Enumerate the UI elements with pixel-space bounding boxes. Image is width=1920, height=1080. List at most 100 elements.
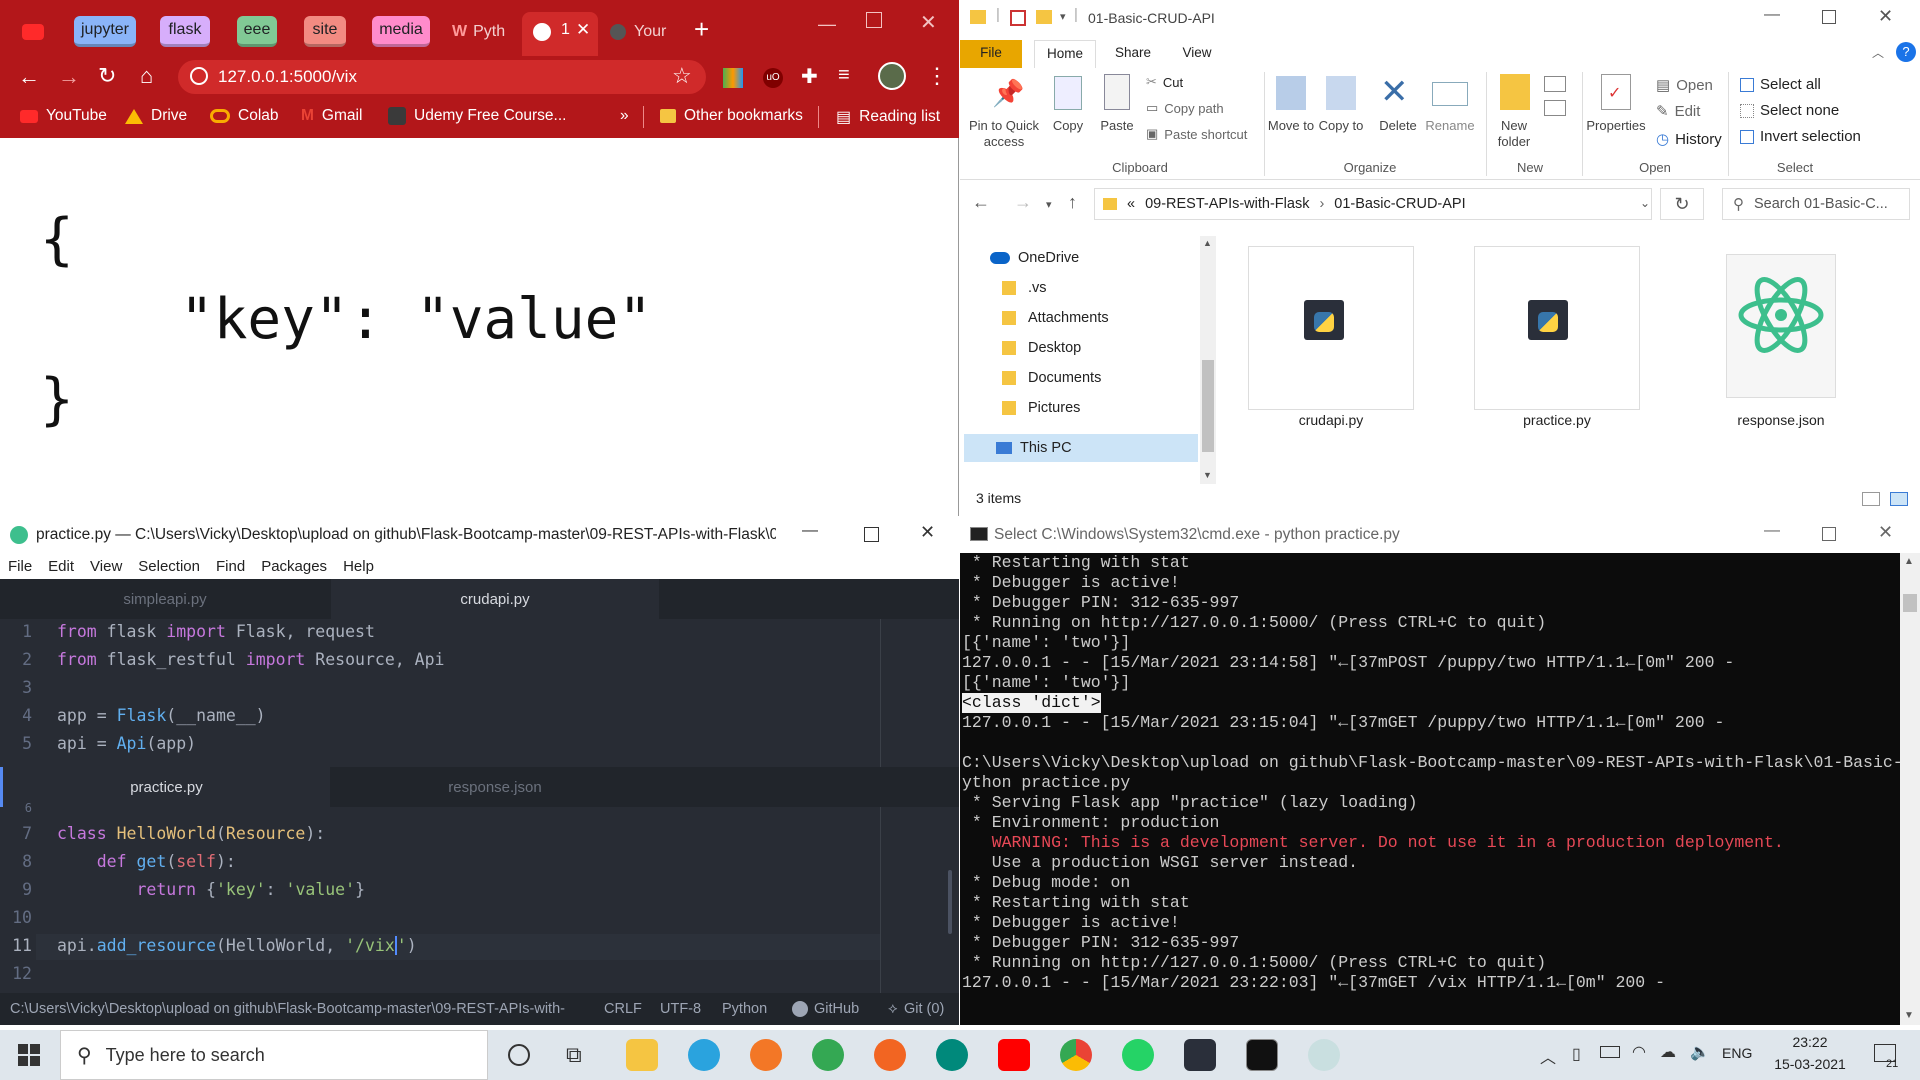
python-taskbar-icon[interactable] — [1184, 1039, 1216, 1071]
tab-pyth[interactable]: W Pyth — [452, 14, 518, 50]
open-button[interactable]: ▤ Open — [1656, 76, 1713, 95]
new-tab-icon[interactable]: + — [694, 14, 709, 45]
menu-packages[interactable]: Packages — [253, 558, 335, 575]
maximize-icon[interactable] — [866, 12, 882, 28]
status-grammar[interactable]: Python — [722, 1001, 767, 1017]
ribbon-tab-home[interactable]: Home — [1034, 40, 1096, 68]
reload-icon[interactable]: ↻ — [98, 63, 116, 89]
clock-time[interactable]: 23:22 — [1770, 1034, 1850, 1050]
sublime-taskbar-icon[interactable] — [874, 1039, 906, 1071]
maps-taskbar-icon[interactable] — [812, 1039, 844, 1071]
paste-button[interactable]: Paste — [1096, 118, 1138, 133]
properties-button[interactable]: Properties — [1584, 118, 1648, 133]
status-git[interactable]: Git (0) — [904, 1001, 944, 1017]
refresh-icon[interactable]: ↻ — [1660, 188, 1704, 220]
new-folder-button[interactable]: New folder — [1488, 118, 1540, 150]
reading-list[interactable]: ▤ Reading list — [836, 107, 940, 127]
file-explorer-taskbar-icon[interactable] — [626, 1039, 658, 1071]
minimize-icon[interactable]: — — [1764, 6, 1780, 24]
tab-group-eee[interactable]: eee — [237, 16, 277, 47]
avatar[interactable] — [878, 62, 906, 90]
device-icon[interactable]: ▯ — [1572, 1044, 1581, 1064]
jupyter-taskbar-icon[interactable] — [750, 1039, 782, 1071]
terminal-scrollbar-thumb[interactable] — [1903, 594, 1917, 612]
forward-icon[interactable]: → — [58, 64, 80, 90]
menu-file[interactable]: File — [0, 558, 40, 575]
large-icons-view-icon[interactable] — [1890, 492, 1908, 506]
move-to-button[interactable]: Move to — [1266, 118, 1316, 134]
paste-shortcut-button[interactable]: ▣ Paste shortcut — [1146, 126, 1247, 142]
delete-button[interactable]: Delete — [1374, 118, 1422, 133]
breadcrumb-item[interactable]: 09-REST-APIs-with-Flask — [1145, 196, 1309, 212]
bookmark-gmail[interactable]: M Gmail — [301, 107, 362, 125]
other-bookmarks[interactable]: Other bookmarks — [660, 107, 803, 125]
edit-button[interactable]: ✎ Edit — [1656, 102, 1700, 121]
forward-icon[interactable]: → — [1014, 192, 1032, 213]
history-button[interactable]: ◷ History — [1656, 130, 1722, 149]
menu-selection[interactable]: Selection — [130, 558, 208, 575]
whatsapp-taskbar-icon[interactable] — [1122, 1039, 1154, 1071]
close-window-icon[interactable]: ✕ — [1878, 522, 1893, 543]
chrome-taskbar-icon[interactable] — [1060, 1039, 1092, 1071]
maximize-icon[interactable] — [1822, 527, 1836, 541]
task-view-icon[interactable]: ⧉ — [566, 1042, 582, 1068]
address-dropdown-icon[interactable]: ⌄ — [1640, 196, 1650, 210]
minimize-icon[interactable]: — — [1764, 522, 1780, 540]
tab-response-json[interactable]: response.json — [331, 767, 659, 807]
menu-help[interactable]: Help — [335, 558, 382, 575]
pin-to-quick-access-button[interactable]: Pin to Quick access — [966, 118, 1042, 150]
scroll-up-icon[interactable]: ▲ — [1904, 556, 1914, 567]
bookmarks-more[interactable]: » — [620, 107, 629, 125]
battery-icon[interactable] — [1600, 1046, 1620, 1058]
maximize-icon[interactable] — [1822, 10, 1836, 24]
nav-item-documents[interactable]: Documents — [1002, 370, 1101, 386]
language-indicator[interactable]: ENG — [1722, 1045, 1752, 1061]
chevron-up-icon[interactable]: ︿ — [1540, 1044, 1556, 1068]
menu-icon[interactable]: ⋮ — [926, 63, 948, 89]
nav-item-desktop[interactable]: Desktop — [1002, 340, 1081, 356]
extension-icon[interactable] — [723, 68, 743, 88]
breadcrumb[interactable]: « 09-REST-APIs-with-Flask › 01-Basic-CRU… — [1094, 188, 1652, 220]
ublock-icon[interactable]: uO — [763, 68, 783, 88]
nav-item-attachments[interactable]: Attachments — [1002, 310, 1109, 326]
easy-access-icon[interactable] — [1544, 100, 1566, 116]
close-window-icon[interactable]: ✕ — [1878, 6, 1893, 27]
status-path[interactable]: C:\Users\Vicky\Desktop\upload on github\… — [10, 1001, 584, 1017]
volume-icon[interactable]: 🔈 — [1690, 1042, 1710, 1062]
bookmark-colab[interactable]: Colab — [210, 107, 279, 125]
menu-view[interactable]: View — [82, 558, 130, 575]
bookmark-youtube[interactable]: YouTube — [20, 107, 107, 125]
terminal-output[interactable]: * Restarting with stat * Debugger is act… — [960, 553, 1920, 1025]
status-line-ending[interactable]: CRLF — [604, 1001, 642, 1017]
bookmark-udemy[interactable]: Udemy Free Course... — [388, 107, 566, 125]
cmd-taskbar-icon[interactable] — [1246, 1039, 1278, 1071]
tab-close-icon[interactable]: ✕ — [576, 20, 590, 40]
arduino-taskbar-icon[interactable] — [936, 1039, 968, 1071]
help-icon[interactable]: ? — [1896, 42, 1916, 62]
code-pane-bottom[interactable]: 6 7 8 9 10 11 12 class HelloWorld(Resour… — [0, 801, 955, 993]
editor-scrollbar[interactable] — [948, 870, 952, 934]
nav-item-onedrive[interactable]: OneDrive — [990, 250, 1079, 266]
reading-list-icon[interactable]: ≡ — [838, 64, 850, 87]
back-icon[interactable]: ← — [18, 64, 40, 90]
properties-qa-icon[interactable] — [1010, 10, 1026, 26]
clock-date[interactable]: 15-03-2021 — [1762, 1056, 1858, 1072]
scroll-up-icon[interactable]: ▲ — [1203, 238, 1212, 248]
minimize-icon[interactable]: — — [802, 522, 818, 540]
ribbon-tab-share[interactable]: Share — [1108, 40, 1158, 68]
tab-simpleapi[interactable]: simpleapi.py — [0, 579, 330, 619]
copy-path-button[interactable]: ▭ Copy path — [1146, 100, 1224, 116]
select-none-button[interactable]: Select none — [1740, 102, 1839, 119]
tab-group-site[interactable]: site — [304, 16, 346, 47]
tab-group-media[interactable]: media — [372, 16, 430, 47]
cut-button[interactable]: ✂ Cut — [1146, 74, 1183, 90]
details-view-icon[interactable] — [1862, 492, 1880, 506]
breadcrumb-overflow[interactable]: « — [1127, 196, 1135, 212]
tab-group-flask[interactable]: flask — [160, 16, 210, 47]
invert-selection-button[interactable]: Invert selection — [1740, 128, 1861, 145]
back-icon[interactable]: ← — [972, 192, 990, 213]
select-all-button[interactable]: Select all — [1740, 76, 1821, 93]
tab-group-jupyter[interactable]: jupyter — [74, 16, 136, 47]
bookmark-drive[interactable]: Drive — [125, 107, 187, 125]
nav-item-this-pc[interactable]: This PC — [964, 434, 1198, 462]
